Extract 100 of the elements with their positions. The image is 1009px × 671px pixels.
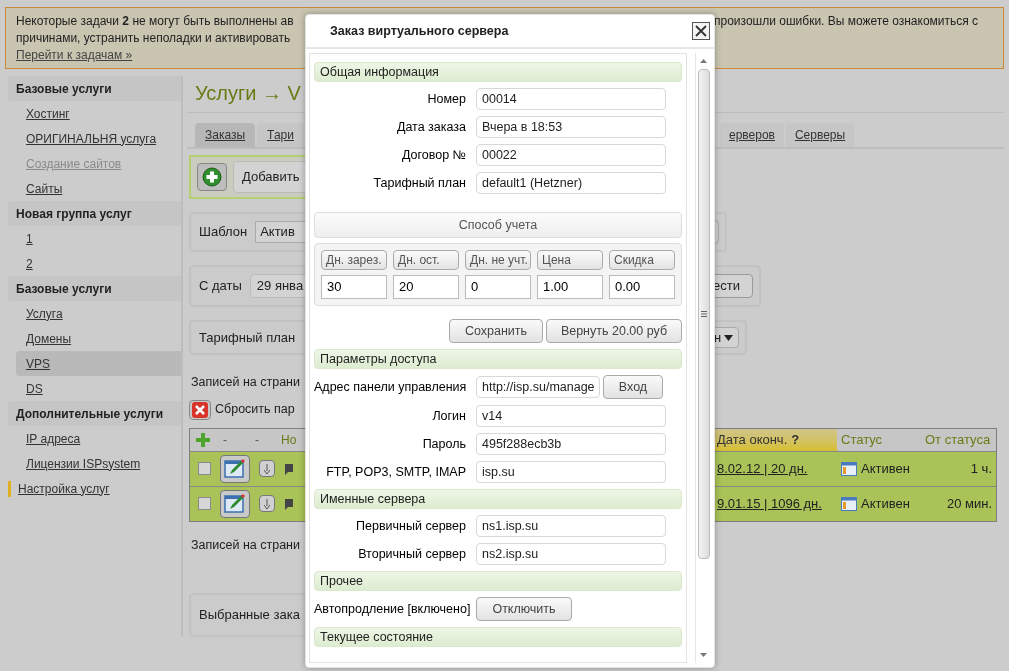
window-icon <box>841 461 857 476</box>
edit-button[interactable] <box>220 454 250 483</box>
close-button[interactable] <box>692 22 710 40</box>
move-down-button[interactable] <box>259 460 275 478</box>
note-icon <box>285 497 293 510</box>
end-date-link[interactable]: 9.01.15 | 1096 дн. <box>717 494 822 514</box>
sidebar-item[interactable]: VPS <box>16 351 181 376</box>
section-header: Именные сервера <box>314 489 682 509</box>
grip-icon <box>700 311 707 317</box>
section-header: Параметры доступа <box>314 349 682 369</box>
field-label: Логин <box>431 407 467 425</box>
reset-label: Сбросить пар <box>215 401 295 419</box>
billing-field[interactable]: 0.00 <box>609 275 675 299</box>
sidebar-item[interactable]: Услуга <box>16 301 181 326</box>
tab[interactable]: Тари <box>257 123 304 147</box>
field-label: Номер <box>426 90 467 108</box>
sidebar-item[interactable]: DS <box>16 376 181 401</box>
text-field[interactable]: ns1.isp.su <box>476 515 666 537</box>
select-value: н <box>714 328 722 347</box>
panel-label: Выбранные зака <box>199 605 300 624</box>
tab[interactable]: ерверов <box>719 123 784 147</box>
text-field[interactable]: http://isp.su/manage <box>476 376 600 398</box>
row-checkbox[interactable] <box>198 497 211 511</box>
add-button[interactable] <box>197 163 227 191</box>
filter-label: Шаблон <box>199 223 248 242</box>
save-button[interactable]: Сохранить <box>449 319 543 343</box>
down-arrow-icon <box>264 463 270 474</box>
billing-column-header[interactable]: Скидка <box>609 250 675 270</box>
text-field[interactable]: isp.su <box>476 461 666 483</box>
since-status: 20 мин. <box>945 495 993 513</box>
per-page-label: Записей на страни <box>191 374 300 391</box>
sidebar-item[interactable]: IP адреса <box>16 426 181 451</box>
edit-button[interactable] <box>220 489 250 518</box>
alert-text: Некоторые задачи 2 не могут быть выполнены ав <box>16 13 295 30</box>
tab[interactable]: Серверы <box>785 123 855 147</box>
billing-column-header[interactable]: Дн. зарез. <box>321 250 387 270</box>
text-field[interactable]: 00014 <box>476 88 666 110</box>
billing-title-bar: Способ учета <box>314 212 682 238</box>
sidebar-item[interactable]: 1 <box>16 226 181 251</box>
dialog-title: Заказ виртуального сервера <box>330 22 509 40</box>
reset-button[interactable] <box>189 399 211 420</box>
field-label: Адрес панели управления <box>314 378 468 396</box>
billing-field[interactable]: 1.00 <box>537 275 603 299</box>
page-title: Услуги → V <box>195 82 301 104</box>
billing-field[interactable]: 0 <box>465 275 531 299</box>
help-mark[interactable]: ? <box>791 430 800 450</box>
section-header: Общая информация <box>314 62 682 82</box>
disable-button[interactable]: Отключить <box>476 597 572 621</box>
text-field[interactable]: default1 (Hetzner) <box>476 172 666 194</box>
edit-icon <box>224 458 246 479</box>
scroll-up-icon[interactable] <box>700 59 707 63</box>
sidebar-group-title: Дополнительные услуги <box>8 401 181 426</box>
scrollbar[interactable] <box>695 53 711 663</box>
column-header[interactable]: Дата оконч. ? <box>715 428 837 451</box>
column-header[interactable]: - <box>255 430 259 449</box>
billing-field[interactable]: 30 <box>321 275 387 299</box>
tab[interactable]: Заказы <box>195 123 256 147</box>
text-field[interactable]: ns2.isp.su <box>476 543 666 565</box>
billing-column-header[interactable]: Дн. не учт. <box>465 250 531 270</box>
window-icon <box>841 496 857 511</box>
move-down-button[interactable] <box>259 495 275 513</box>
sidebar-item[interactable]: ОРИГИНАЛЬНЯ услуга <box>16 126 181 151</box>
filter-label: Тарифный план <box>199 328 296 347</box>
scrollbar-thumb[interactable] <box>697 69 710 559</box>
billing-column-header[interactable]: Дн. ост. <box>393 250 459 270</box>
end-date-link[interactable]: 8.02.12 | 20 дн. <box>717 459 808 479</box>
text-field[interactable]: 495f288ecb3b <box>476 433 666 455</box>
filter-label: С даты <box>199 277 242 296</box>
field-label: Договор № <box>400 146 467 164</box>
sidebar-item[interactable]: Лицензии ISPsystem <box>16 451 181 476</box>
sidebar-group-title: Новая группа услуг <box>8 201 181 226</box>
text-field[interactable]: Вчера в 18:53 <box>476 116 666 138</box>
billing-column-header[interactable]: Цена <box>537 250 603 270</box>
since-status: 1 ч. <box>969 460 993 478</box>
sidebar-item[interactable]: Настройка услуг <box>8 480 110 497</box>
close-icon <box>695 25 707 37</box>
refund-button[interactable]: Вернуть 20.00 руб <box>546 319 682 343</box>
field-label: Тарифный план <box>372 174 467 192</box>
sidebar-item[interactable]: Домены <box>16 326 181 351</box>
down-arrow-icon <box>264 498 270 509</box>
row-checkbox[interactable] <box>198 462 211 476</box>
add-icon <box>202 167 222 187</box>
alert-text: произошли ошибки. Вы можете ознакомиться с <box>714 13 979 30</box>
sidebar-item[interactable]: Сайты <box>16 176 181 201</box>
note-icon <box>285 462 293 475</box>
login-button[interactable]: Вход <box>603 375 663 399</box>
column-header[interactable]: - <box>223 430 227 449</box>
field-label: Пароль <box>421 435 467 453</box>
sidebar-group-title: Базовые услуги <box>8 276 181 301</box>
field-label: Вторичный сервер <box>357 545 467 563</box>
text-field[interactable]: v14 <box>476 405 666 427</box>
tasks-link[interactable]: Перейти к задачам » <box>16 47 133 64</box>
billing-field[interactable]: 20 <box>393 275 459 299</box>
field-label: Дата заказа <box>395 118 467 136</box>
sidebar-item[interactable]: Хостинг <box>16 101 181 126</box>
scroll-down-icon[interactable] <box>700 653 707 657</box>
sidebar-item[interactable]: 2 <box>16 251 181 276</box>
section-header: Прочее <box>314 571 682 591</box>
edit-icon <box>224 493 246 514</box>
text-field[interactable]: 00022 <box>476 144 666 166</box>
